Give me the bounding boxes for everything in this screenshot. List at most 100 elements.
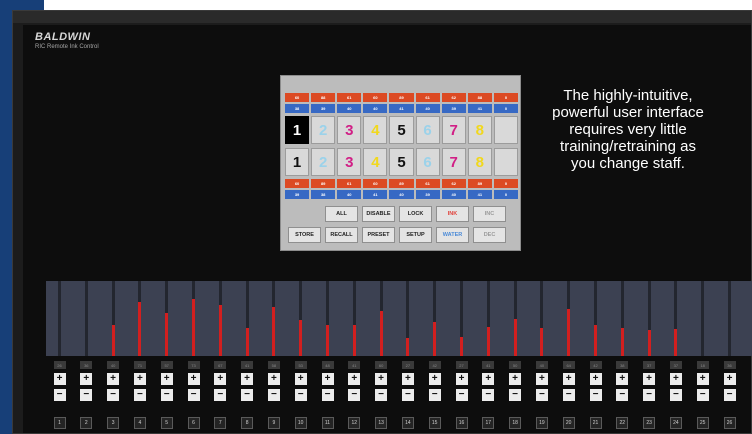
ink-key-number[interactable]: 21 — [589, 417, 602, 429]
plus-button[interactable]: + — [375, 373, 388, 385]
minus-button[interactable]: − — [214, 389, 227, 401]
minus-button[interactable]: − — [401, 389, 414, 401]
minus-button[interactable]: − — [107, 389, 120, 401]
plus-button[interactable]: + — [428, 373, 441, 385]
minus-button[interactable]: − — [616, 389, 629, 401]
plus-button[interactable]: + — [401, 373, 414, 385]
ink-key-slot[interactable] — [701, 281, 705, 356]
minus-button[interactable]: − — [348, 389, 361, 401]
minus-button[interactable]: − — [294, 389, 307, 401]
plus-button[interactable]: + — [696, 373, 709, 385]
ink-key-number[interactable]: 6 — [187, 417, 200, 429]
ink-zone-button[interactable]: 1 — [285, 116, 310, 144]
minus-button[interactable]: − — [482, 389, 495, 401]
lock-button[interactable]: LOCK — [399, 206, 432, 222]
minus-button[interactable]: − — [187, 389, 200, 401]
minus-button[interactable]: − — [643, 389, 656, 401]
inc-button[interactable]: INC — [473, 206, 506, 222]
disable-button[interactable]: DISABLE — [362, 206, 395, 222]
minus-button[interactable]: − — [589, 389, 602, 401]
plus-button[interactable]: + — [669, 373, 682, 385]
minus-button[interactable]: − — [669, 389, 682, 401]
ink-zone-button[interactable]: 7 — [441, 148, 466, 176]
plus-button[interactable]: + — [723, 373, 736, 385]
ink-key-number[interactable]: 4 — [133, 417, 146, 429]
ink-key-number[interactable]: 19 — [535, 417, 548, 429]
plus-button[interactable]: + — [562, 373, 575, 385]
ink-zone-button[interactable]: 7 — [441, 116, 466, 144]
plus-button[interactable]: + — [616, 373, 629, 385]
minus-button[interactable]: − — [723, 389, 736, 401]
plus-button[interactable]: + — [187, 373, 200, 385]
ink-zone-button[interactable]: 8 — [467, 116, 492, 144]
plus-button[interactable]: + — [80, 373, 93, 385]
ink-key-number[interactable]: 7 — [214, 417, 227, 429]
ink-zone-button[interactable]: 3 — [337, 148, 362, 176]
plus-button[interactable]: + — [643, 373, 656, 385]
ink-zone-button[interactable]: 2 — [311, 116, 336, 144]
ink-key-number[interactable]: 23 — [643, 417, 656, 429]
minus-button[interactable]: − — [509, 389, 522, 401]
ink-key-slot[interactable] — [84, 281, 88, 356]
store-button[interactable]: STORE — [288, 227, 321, 243]
ink-key-number[interactable]: 3 — [107, 417, 120, 429]
ink-button[interactable]: INK — [436, 206, 469, 222]
plus-button[interactable]: + — [294, 373, 307, 385]
ink-key-number[interactable]: 10 — [294, 417, 307, 429]
ink-key-number[interactable]: 13 — [375, 417, 388, 429]
dec-button[interactable]: DEC — [473, 227, 506, 243]
ink-key-number[interactable]: 18 — [509, 417, 522, 429]
minus-button[interactable]: − — [428, 389, 441, 401]
ink-key-number[interactable]: 16 — [455, 417, 468, 429]
minus-button[interactable]: − — [562, 389, 575, 401]
ink-zone-button[interactable]: 8 — [467, 148, 492, 176]
plus-button[interactable]: + — [509, 373, 522, 385]
ink-key-slot[interactable] — [58, 281, 61, 356]
minus-button[interactable]: − — [133, 389, 146, 401]
ink-key-number[interactable]: 11 — [321, 417, 334, 429]
ink-zone-button[interactable]: 2 — [311, 148, 336, 176]
ink-key-number[interactable]: 24 — [669, 417, 682, 429]
recall-button[interactable]: RECALL — [325, 227, 358, 243]
ink-key-number[interactable]: 5 — [160, 417, 173, 429]
plus-button[interactable]: + — [321, 373, 334, 385]
ink-key-number[interactable]: 20 — [562, 417, 575, 429]
ink-zone-button[interactable]: 1 — [285, 148, 310, 176]
minus-button[interactable]: − — [321, 389, 334, 401]
plus-button[interactable]: + — [535, 373, 548, 385]
ink-key-number[interactable]: 17 — [482, 417, 495, 429]
minus-button[interactable]: − — [535, 389, 548, 401]
ink-key-number[interactable]: 8 — [241, 417, 254, 429]
ink-key-number[interactable]: 9 — [267, 417, 280, 429]
ink-zone-button[interactable]: 3 — [337, 116, 362, 144]
ink-key-number[interactable]: 22 — [616, 417, 629, 429]
all-button[interactable]: ALL — [325, 206, 358, 222]
setup-button[interactable]: SETUP — [399, 227, 432, 243]
minus-button[interactable]: − — [241, 389, 254, 401]
plus-button[interactable]: + — [107, 373, 120, 385]
plus-button[interactable]: + — [348, 373, 361, 385]
water-button[interactable]: WATER — [436, 227, 469, 243]
plus-button[interactable]: + — [214, 373, 227, 385]
ink-key-number[interactable]: 2 — [80, 417, 93, 429]
minus-button[interactable]: − — [375, 389, 388, 401]
ink-zone-button[interactable] — [493, 116, 518, 144]
ink-key-number[interactable]: 25 — [696, 417, 709, 429]
ink-key-number[interactable]: 14 — [401, 417, 414, 429]
ink-key-number[interactable]: 12 — [348, 417, 361, 429]
minus-button[interactable]: − — [53, 389, 66, 401]
ink-zone-button[interactable]: 5 — [389, 116, 414, 144]
ink-zone-button[interactable]: 6 — [415, 116, 440, 144]
minus-button[interactable]: − — [80, 389, 93, 401]
minus-button[interactable]: − — [455, 389, 468, 401]
plus-button[interactable]: + — [589, 373, 602, 385]
plus-button[interactable]: + — [267, 373, 280, 385]
plus-button[interactable]: + — [455, 373, 468, 385]
ink-key-number[interactable]: 1 — [53, 417, 66, 429]
minus-button[interactable]: − — [696, 389, 709, 401]
ink-zone-button[interactable]: 4 — [363, 148, 388, 176]
ink-key-number[interactable]: 15 — [428, 417, 441, 429]
plus-button[interactable]: + — [160, 373, 173, 385]
ink-zone-button[interactable]: 4 — [363, 116, 388, 144]
plus-button[interactable]: + — [482, 373, 495, 385]
